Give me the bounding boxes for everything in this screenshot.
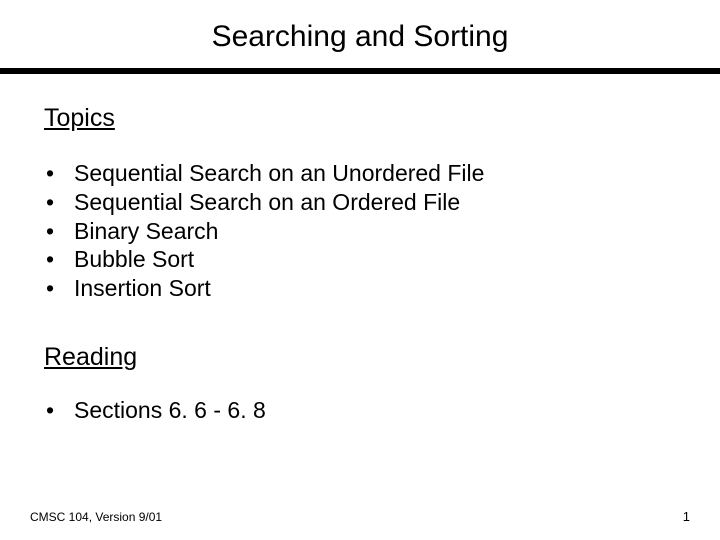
list-item-text: Insertion Sort [74, 274, 211, 303]
list-item-text: Sequential Search on an Ordered File [74, 188, 460, 217]
slide-title: Searching and Sorting [0, 20, 720, 54]
bullet-icon: • [46, 245, 74, 274]
content-area: Topics •Sequential Search on an Unordere… [0, 74, 720, 426]
bullet-icon: • [46, 396, 74, 426]
list-item-text: Sequential Search on an Unordered File [74, 159, 484, 188]
list-item: •Binary Search [44, 217, 676, 246]
list-item: •Insertion Sort [44, 274, 676, 303]
topics-heading: Topics [44, 104, 676, 133]
list-item: •Sequential Search on an Ordered File [44, 188, 676, 217]
reading-list: •Sections 6. 6 - 6. 8 [44, 396, 676, 426]
reading-heading: Reading [44, 343, 676, 372]
list-item-text: Bubble Sort [74, 245, 194, 274]
bullet-icon: • [46, 159, 74, 188]
slide: Searching and Sorting Topics •Sequential… [0, 0, 720, 540]
list-item: •Sections 6. 6 - 6. 8 [44, 396, 676, 426]
topics-list: •Sequential Search on an Unordered File … [44, 159, 676, 303]
footer-right: 1 [683, 509, 690, 524]
bullet-icon: • [46, 188, 74, 217]
bullet-icon: • [46, 217, 74, 246]
list-item: •Bubble Sort [44, 245, 676, 274]
list-item: •Sequential Search on an Unordered File [44, 159, 676, 188]
list-item-text: Sections 6. 6 - 6. 8 [74, 396, 266, 426]
bullet-icon: • [46, 274, 74, 303]
footer-left: CMSC 104, Version 9/01 [30, 510, 162, 524]
title-area: Searching and Sorting [0, 0, 720, 68]
list-item-text: Binary Search [74, 217, 218, 246]
